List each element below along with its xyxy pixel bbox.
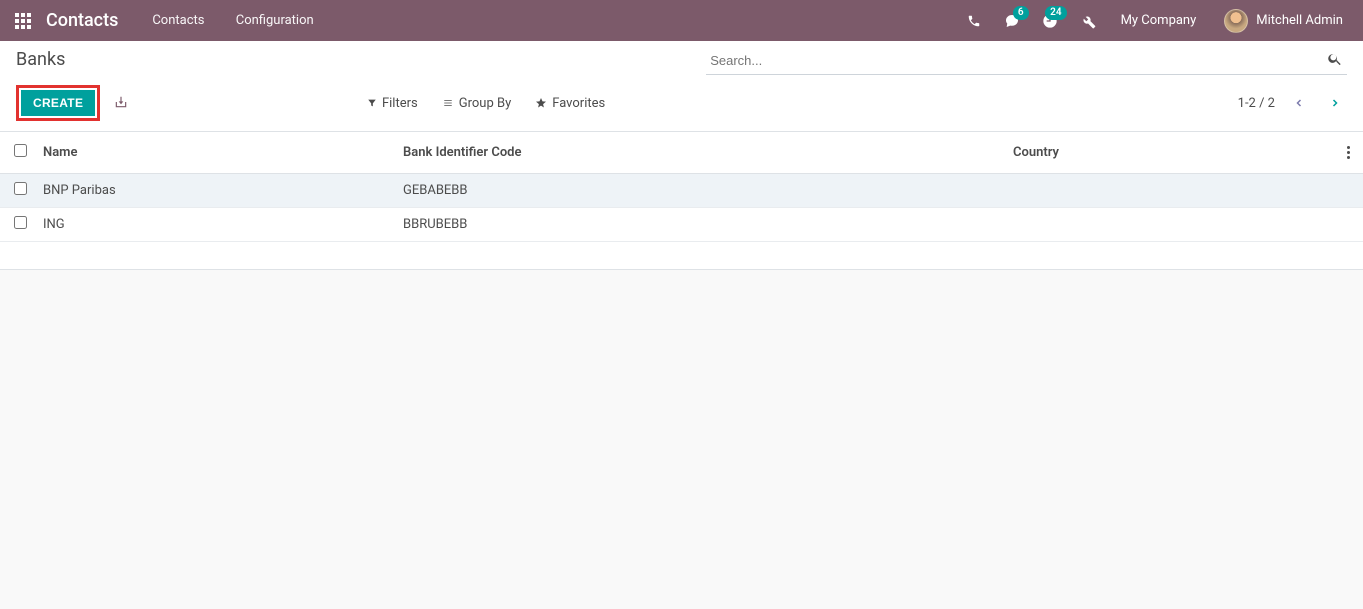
wrench-icon — [1080, 13, 1096, 29]
cell-bic: BBRUBEBB — [395, 208, 1005, 242]
create-button[interactable]: CREATE — [21, 90, 95, 116]
apps-menu-button[interactable] — [8, 6, 38, 36]
row-checkbox[interactable] — [14, 182, 27, 195]
pager: 1-2 / 2 — [1238, 91, 1347, 115]
top-navbar: Contacts Contacts Configuration 6 24 My … — [0, 0, 1363, 41]
favorites-dropdown[interactable]: Favorites — [525, 92, 615, 115]
nav-menu-contacts[interactable]: Contacts — [138, 0, 218, 41]
funnel-icon — [367, 98, 377, 108]
banks-table: Name Bank Identifier Code Country BNP Pa… — [0, 132, 1363, 242]
chevron-left-icon — [1293, 97, 1305, 109]
create-highlight: CREATE — [16, 85, 100, 121]
user-name: Mitchell Admin — [1256, 13, 1343, 28]
breadcrumb: Banks — [16, 49, 65, 70]
groupby-dropdown[interactable]: Group By — [432, 92, 522, 115]
header-country[interactable]: Country — [1005, 132, 1333, 174]
star-icon — [535, 97, 547, 109]
search-input[interactable] — [706, 47, 1323, 74]
pager-text: 1-2 / 2 — [1238, 96, 1275, 111]
search-bar — [706, 47, 1347, 75]
chevron-right-icon — [1329, 97, 1341, 109]
table-row[interactable]: BNP Paribas GEBABEBB — [0, 174, 1363, 208]
row-checkbox[interactable] — [14, 216, 27, 229]
kebab-icon — [1341, 146, 1355, 159]
app-brand[interactable]: Contacts — [46, 10, 118, 31]
messages-button[interactable]: 6 — [995, 0, 1029, 41]
activities-badge: 24 — [1045, 6, 1066, 20]
pager-prev[interactable] — [1287, 91, 1311, 115]
favorites-label: Favorites — [552, 96, 605, 111]
cell-country — [1005, 174, 1333, 208]
cell-country — [1005, 208, 1333, 242]
messages-badge: 6 — [1013, 6, 1029, 20]
list-icon — [442, 98, 454, 108]
pager-next[interactable] — [1323, 91, 1347, 115]
filters-label: Filters — [382, 96, 418, 111]
optional-columns[interactable] — [1333, 132, 1363, 174]
filters-dropdown[interactable]: Filters — [357, 92, 428, 115]
nav-menu: Contacts Configuration — [138, 0, 327, 41]
groupby-label: Group By — [459, 96, 512, 111]
debug-button[interactable] — [1071, 0, 1105, 41]
cell-name: BNP Paribas — [35, 174, 395, 208]
avatar — [1224, 9, 1248, 33]
nav-menu-configuration[interactable]: Configuration — [222, 0, 328, 41]
download-icon — [114, 95, 128, 109]
phone-icon — [967, 14, 981, 28]
user-menu[interactable]: Mitchell Admin — [1212, 9, 1355, 33]
table-row[interactable]: ING BBRUBEBB — [0, 208, 1363, 242]
header-name[interactable]: Name — [35, 132, 395, 174]
company-switcher[interactable]: My Company — [1109, 13, 1209, 28]
apps-grid-icon — [15, 13, 31, 29]
search-button[interactable] — [1323, 47, 1347, 74]
activities-button[interactable]: 24 — [1033, 0, 1067, 41]
control-panel: Banks CREATE Filters Group By — [0, 41, 1363, 132]
select-all-checkbox[interactable] — [14, 144, 27, 157]
header-bic[interactable]: Bank Identifier Code — [395, 132, 1005, 174]
phone-button[interactable] — [957, 0, 991, 41]
table-header-row: Name Bank Identifier Code Country — [0, 132, 1363, 174]
export-button[interactable] — [106, 89, 136, 118]
cell-name: ING — [35, 208, 395, 242]
list-view: Name Bank Identifier Code Country BNP Pa… — [0, 132, 1363, 242]
search-icon — [1327, 51, 1343, 67]
nav-right: 6 24 My Company Mitchell Admin — [957, 0, 1355, 41]
cell-bic: GEBABEBB — [395, 174, 1005, 208]
